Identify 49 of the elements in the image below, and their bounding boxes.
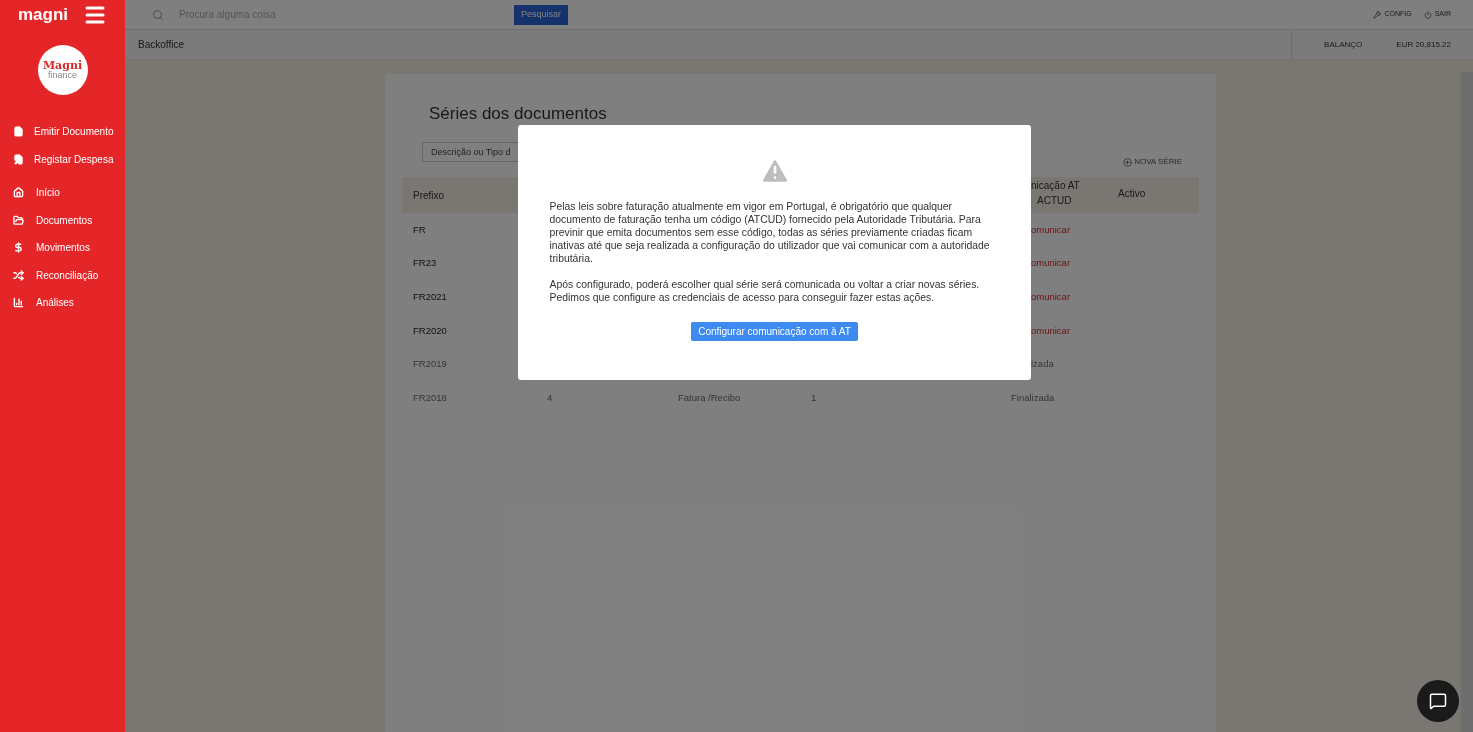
plus-icon: [1123, 157, 1133, 167]
bar-chart-icon: [13, 297, 24, 309]
table-cell: Fatura /Recibo: [678, 392, 741, 404]
power-icon: [1423, 10, 1432, 19]
dialog-text: Após configurado, poderá escolher qual série será comunicada ou voltar a criar novas séries. Pedimos que configure as credenciais de acesso para conseguir fazer estas ações.: [549, 278, 981, 304]
wrench-icon: [1373, 10, 1382, 19]
table-cell: FR23: [413, 257, 437, 269]
search-icon: [152, 8, 164, 21]
document-icon: [13, 125, 24, 137]
status-cell: Finalizada: [1011, 392, 1055, 404]
home-icon: [13, 187, 24, 199]
column-header: Activo: [1118, 187, 1146, 201]
table-cell: FR2021: [413, 291, 447, 303]
table-cell: FR: [413, 223, 426, 235]
balance-label: BALANÇO: [1324, 38, 1363, 51]
status-cell: izada: [1031, 358, 1054, 370]
dialog-text: Pelas leis sobre faturação atualmente em vigor em Portugal, é obrigatório que qualquer documento de faturação tenha um código (ATCUD) fornecido pela Autoridade Tributária. Para previnir que emita documentos sem esse código, todas as séries previamente criadas ficam inativas até que seja realizada a configuração do utilizador que vai comunicar com a autoridade tributária.: [549, 200, 991, 265]
sidebar-action[interactable]: Emitir Documento: [0, 117, 125, 145]
brand-logo[interactable]: magni: [18, 2, 69, 28]
chat-icon: [1429, 692, 1447, 710]
breadcrumb: Backoffice: [138, 38, 184, 52]
table-cell: FR2019: [413, 358, 447, 370]
table-cell: FR2018: [413, 392, 447, 404]
chat-button[interactable]: [1417, 680, 1459, 722]
table-cell: FR2020: [413, 324, 447, 336]
sidebar-action[interactable]: Registar Despesa: [0, 145, 125, 173]
sidebar-item[interactable]: Análises: [0, 289, 125, 317]
sidebar-item[interactable]: Reconciliação: [0, 261, 125, 289]
logo-title: Magni: [42, 60, 83, 71]
column-header: Prefixo: [413, 189, 445, 201]
dollar-icon: [13, 242, 24, 254]
configure-button[interactable]: Configurar comunicação com à AT: [691, 322, 858, 341]
sidebar-item[interactable]: Início: [0, 179, 125, 207]
sidebar-item[interactable]: Documentos: [0, 206, 125, 234]
status-cell: omunicar: [1031, 257, 1071, 269]
folder-icon: [13, 214, 24, 226]
logo-subtitle: finance: [48, 71, 77, 80]
status-cell: omunicar: [1031, 291, 1071, 303]
new-series-link[interactable]: NOVA SÉRIE: [1123, 156, 1182, 168]
page-title: Séries dos documentos: [429, 104, 608, 124]
status-cell: omunicar: [1031, 223, 1071, 235]
search-button[interactable]: Pesquisar: [514, 4, 569, 25]
sidebar-item[interactable]: Movimentos: [0, 234, 125, 262]
balance-value: EUR 20,815.22: [1396, 38, 1451, 51]
table-cell: 4: [547, 392, 553, 404]
status-cell: omunicar: [1031, 324, 1071, 336]
table-cell: 1: [811, 392, 817, 404]
shuffle-icon: [13, 269, 24, 281]
column-header: nicação AT ACTUD: [1030, 179, 1081, 208]
